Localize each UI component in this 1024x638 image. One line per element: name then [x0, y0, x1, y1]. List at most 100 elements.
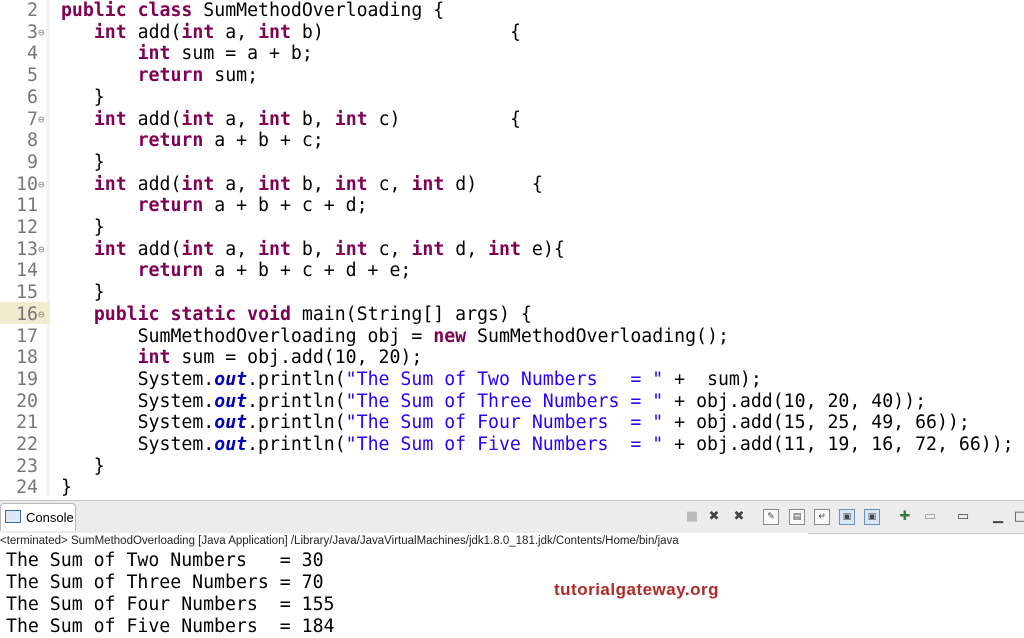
code-line: 15 } — [0, 282, 105, 304]
show-on-stdout-icon[interactable]: ▣ — [839, 509, 855, 525]
open-console-icon[interactable]: ▭ — [955, 509, 971, 525]
code-token: b, — [290, 238, 335, 260]
keyword-token: int — [258, 108, 291, 130]
code-editor[interactable]: 2 public class SumMethodOverloading {3⊖ … — [0, 0, 1024, 499]
string-token: "The Sum of Five Numbers = " — [345, 434, 664, 455]
code-text: SumMethodOverloading obj = new SumMethod… — [50, 326, 729, 348]
code-token: add( — [126, 21, 182, 43]
keyword-token: int — [334, 108, 368, 130]
pin-console-icon[interactable]: ✚ — [897, 509, 913, 525]
console-toolbar: Console ■ ✖ ✖ ✎ ▤ ↵ ▣ ▣ ✚ ▭ ▭ ▁ □ — [0, 500, 1024, 534]
line-number: 18 — [16, 347, 38, 369]
keyword-token: return — [137, 195, 204, 217]
code-token: System. — [50, 434, 215, 455]
code-token: a + b + c + d + e; — [203, 260, 412, 282]
line-number: 4 — [27, 43, 38, 65]
line-number: 13 — [16, 238, 38, 260]
code-text: } — [50, 282, 105, 304]
code-line: 16⊖ public static void main(String[] arg… — [0, 304, 532, 326]
display-console-icon[interactable]: ▭ — [922, 509, 938, 525]
code-line: 14 return a + b + c + d + e; — [0, 260, 411, 282]
code-line: 9 } — [0, 152, 105, 174]
keyword-token: int — [411, 173, 445, 195]
keyword-token: int — [258, 173, 291, 195]
keyword-token: public — [93, 303, 160, 325]
code-token: } — [50, 455, 105, 477]
console-output[interactable]: The Sum of Two Numbers = 30 The Sum of T… — [0, 550, 1024, 637]
code-text: System.out.println("The Sum of Five Numb… — [50, 434, 1014, 456]
clear-console-icon[interactable]: ✎ — [763, 509, 779, 525]
code-token: .println( — [247, 390, 346, 412]
remove-launch-icon[interactable]: ✖ — [706, 509, 722, 525]
code-token: sum = a + b; — [170, 43, 313, 65]
keyword-token: int — [181, 238, 215, 260]
code-token: } — [50, 151, 105, 173]
keyword-token: int — [488, 238, 521, 260]
word-wrap-icon[interactable]: ↵ — [814, 509, 830, 525]
keyword-token: public — [60, 0, 127, 21]
code-line: 21 System.out.println("The Sum of Four N… — [0, 412, 970, 434]
code-line: 2 public class SumMethodOverloading { — [0, 0, 444, 22]
minimize-icon[interactable]: ▁ — [990, 509, 1006, 525]
code-token: a, — [214, 108, 259, 130]
code-token: add( — [126, 238, 182, 260]
keyword-token: int — [93, 21, 127, 43]
keyword-token: return — [137, 65, 204, 87]
line-number: 2 — [27, 0, 38, 21]
line-number: 10 — [16, 173, 38, 195]
remove-all-terminated-icon[interactable]: ✖ — [731, 509, 747, 525]
code-token: add( — [126, 108, 182, 130]
code-line: 6 } — [0, 87, 105, 109]
fold-toggle-icon[interactable]: ⊖ — [38, 239, 50, 261]
console-icon — [5, 510, 21, 523]
code-text: System.out.println("The Sum of Three Num… — [50, 391, 926, 413]
line-number: 24 — [16, 477, 38, 499]
code-token: main(String[] args) { — [290, 303, 532, 325]
keyword-token: new — [433, 325, 467, 347]
line-number: 6 — [27, 86, 38, 108]
console-output-line: The Sum of Two Numbers = 30 — [6, 550, 324, 571]
code-token: + sum); — [663, 368, 762, 390]
code-token: .println( — [247, 412, 346, 434]
keyword-token: int — [334, 173, 368, 195]
code-text: } — [50, 87, 105, 109]
line-number: 21 — [16, 412, 38, 434]
maximize-icon[interactable]: □ — [1012, 509, 1024, 525]
code-text: int add(int a, int b, int c, int d, int … — [50, 239, 565, 261]
code-token: b, — [290, 173, 335, 195]
code-token: } — [50, 86, 105, 108]
keyword-token: int — [93, 108, 127, 130]
code-line: 13⊖ int add(int a, int b, int c, int d, … — [0, 239, 565, 261]
show-on-stderr-icon[interactable]: ▣ — [864, 509, 880, 525]
code-line: 20 System.out.println("The Sum of Three … — [0, 391, 926, 413]
terminate-icon[interactable]: ■ — [684, 509, 700, 525]
code-token: System. — [50, 390, 215, 412]
code-token: a, — [214, 238, 259, 260]
code-line: 7⊖ int add(int a, int b, int c) { — [0, 109, 521, 131]
keyword-token: int — [411, 238, 445, 260]
fold-toggle-icon[interactable]: ⊖ — [38, 109, 50, 131]
keyword-token: int — [181, 173, 215, 195]
fold-toggle-icon[interactable]: ⊖ — [38, 22, 50, 44]
code-token: b, — [290, 108, 335, 130]
line-number: 14 — [16, 260, 38, 282]
fold-toggle-icon[interactable]: ⊖ — [38, 304, 50, 326]
line-number: 15 — [16, 282, 38, 304]
scroll-lock-icon[interactable]: ▤ — [789, 509, 805, 525]
line-number: 7 — [27, 108, 38, 130]
keyword-token: int — [93, 238, 127, 260]
tab-console[interactable]: Console — [0, 503, 76, 531]
code-line: 24 } — [0, 477, 72, 499]
line-number: 17 — [16, 325, 38, 347]
code-line: 11 return a + b + c + d; — [0, 195, 367, 217]
fold-toggle-icon[interactable]: ⊖ — [38, 174, 50, 196]
code-token: add( — [126, 173, 182, 195]
